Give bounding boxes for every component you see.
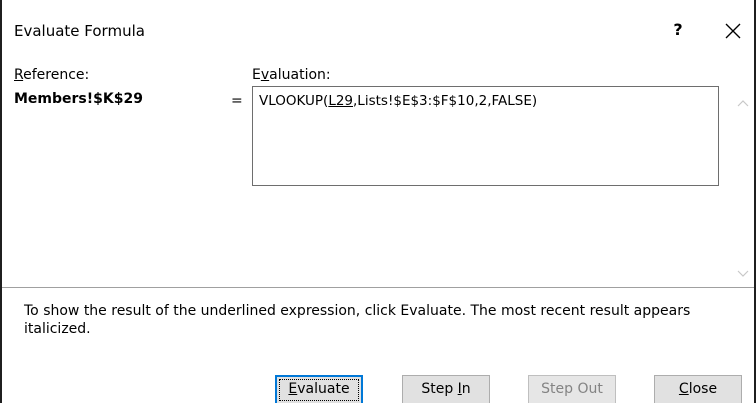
close-icon[interactable] (720, 18, 746, 44)
evaluate-button[interactable]: Evaluate (275, 375, 363, 403)
scroll-up-arrow-icon[interactable] (736, 94, 750, 107)
help-button[interactable]: ? (666, 18, 690, 42)
evaluation-textbox[interactable]: VLOOKUP(L29,Lists!$E$3:$F$10,2,FALSE) (252, 86, 719, 186)
dialog-title: Evaluate Formula (14, 22, 145, 40)
evaluate-formula-dialog: Evaluate Formula ? Reference: Evaluation… (0, 0, 756, 403)
evaluation-expression: VLOOKUP(L29,Lists!$E$3:$F$10,2,FALSE) (259, 93, 538, 109)
close-button[interactable]: Close (654, 375, 742, 403)
equals-sign: = (231, 93, 243, 109)
scroll-down-arrow-icon[interactable] (736, 263, 750, 277)
step-in-button[interactable]: Step In (402, 375, 490, 403)
step-out-button[interactable]: Step Out (528, 375, 616, 403)
evaluation-label: Evaluation: (252, 67, 331, 83)
title-bar: Evaluate Formula ? (2, 0, 754, 52)
reference-label: Reference: (14, 67, 90, 83)
focus-rectangle (279, 379, 359, 401)
info-text: To show the result of the underlined exp… (24, 303, 691, 337)
underlined-expression: L29 (328, 93, 354, 109)
separator (2, 287, 754, 288)
reference-value: Members!$K$29 (14, 91, 143, 107)
